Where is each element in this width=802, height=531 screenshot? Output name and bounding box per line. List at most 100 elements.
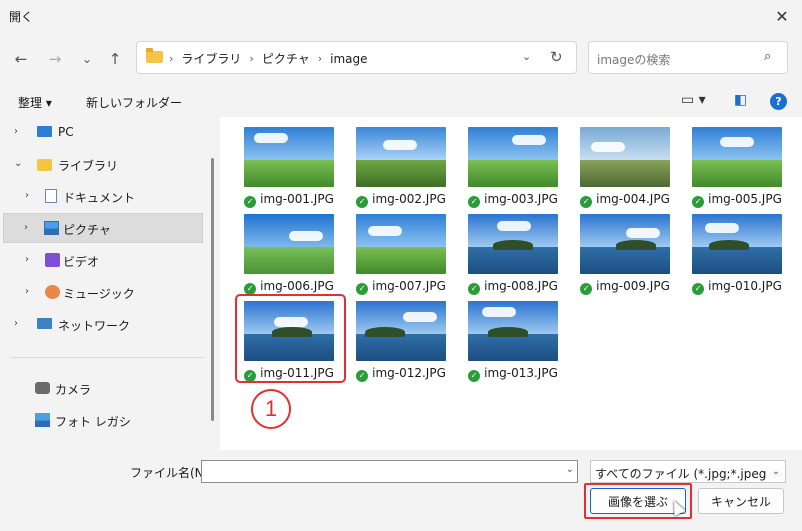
sidebar-item-network[interactable]: › ネットワーク	[3, 309, 203, 339]
sidebar-item-photos-legacy[interactable]: フォト レガシ	[3, 405, 203, 435]
search-box[interactable]: imageの検索 ⌕	[588, 41, 788, 74]
refresh-icon[interactable]: ↻	[550, 48, 563, 66]
file-tile[interactable]: ✓ img-002.JPG	[351, 127, 451, 211]
image-thumbnail[interactable]	[692, 214, 782, 274]
file-tile[interactable]: ✓ img-013.JPG	[463, 301, 563, 385]
breadcrumb-separator[interactable]: ›	[249, 52, 253, 65]
breadcrumb-separator[interactable]: ›	[318, 52, 322, 65]
photos-icon	[35, 413, 50, 427]
thumbnail-cloud	[720, 137, 754, 147]
videos-icon	[45, 253, 60, 267]
file-tile[interactable]: ✓ img-010.JPG	[687, 214, 787, 298]
sidebar-item-label: フォト レガシ	[55, 415, 131, 429]
close-icon[interactable]: ✕	[762, 0, 802, 32]
breadcrumb-library[interactable]: ライブラリ	[181, 50, 241, 67]
sidebar-item-label: ピクチャ	[63, 223, 111, 237]
address-dropdown-icon[interactable]: ⌄	[522, 50, 531, 63]
file-name-text: img-004.JPG	[596, 192, 670, 206]
sidebar-item-music[interactable]: › ミュージック	[3, 277, 203, 307]
filename-input[interactable]: ⌄	[201, 460, 578, 483]
image-thumbnail[interactable]	[468, 127, 558, 187]
sidebar-item-library[interactable]: ⌄ ライブラリ	[3, 149, 203, 179]
file-tile[interactable]: ✓ img-007.JPG	[351, 214, 451, 298]
sync-status-check-icon: ✓	[692, 196, 705, 208]
image-thumbnail[interactable]	[356, 127, 446, 187]
file-name-text: img-001.JPG	[260, 192, 334, 206]
image-thumbnail[interactable]	[356, 214, 446, 274]
chevron-down-icon[interactable]: ⌄	[767, 461, 785, 482]
file-tile[interactable]: ✓ img-009.JPG	[575, 214, 675, 298]
thumbnail-ground	[244, 160, 334, 187]
image-thumbnail[interactable]	[244, 214, 334, 274]
sidebar-item-videos[interactable]: › ビデオ	[3, 245, 203, 275]
chevron-right-icon[interactable]: ›	[14, 318, 18, 329]
breadcrumb-pictures[interactable]: ピクチャ	[262, 50, 310, 67]
sidebar-item-camera[interactable]: カメラ	[3, 373, 203, 403]
thumbnail-island	[488, 327, 528, 337]
sidebar-item-label: ビデオ	[63, 255, 100, 269]
address-bar[interactable]: › ライブラリ › ピクチャ › image ⌄ ↻	[136, 41, 577, 74]
file-name-label: ✓ img-001.JPG	[239, 192, 339, 208]
breadcrumb-separator[interactable]: ›	[169, 52, 173, 65]
image-thumbnail[interactable]	[692, 127, 782, 187]
thumbnail-cloud	[289, 231, 323, 241]
search-icon[interactable]: ⌕	[764, 49, 771, 64]
cancel-button[interactable]: キャンセル	[698, 488, 784, 514]
thumbnail-ground	[468, 334, 558, 361]
thumbnail-cloud	[497, 221, 531, 231]
search-input[interactable]: imageの検索	[597, 51, 670, 68]
organize-menu-button[interactable]: 整理 ▾	[18, 94, 52, 111]
sidebar-item-documents[interactable]: › ドキュメント	[3, 181, 203, 211]
file-tile[interactable]: ✓ img-004.JPG	[575, 127, 675, 211]
chevron-right-icon[interactable]: ›	[24, 222, 28, 233]
recent-locations-chevron-icon[interactable]: ⌄	[76, 48, 98, 70]
thumbnail-cloud	[368, 226, 402, 236]
file-name-text: img-005.JPG	[708, 192, 782, 206]
camera-icon	[35, 382, 50, 394]
sidebar-item-label: ネットワーク	[58, 319, 131, 333]
file-tile[interactable]: ✓ img-008.JPG	[463, 214, 563, 298]
file-tile[interactable]: ✓ img-012.JPG	[351, 301, 451, 385]
file-tile[interactable]: ✓ img-005.JPG	[687, 127, 787, 211]
thumbnail-ground	[244, 247, 334, 274]
file-name-text: img-002.JPG	[372, 192, 446, 206]
chevron-right-icon[interactable]: ›	[25, 254, 29, 265]
sidebar-item-pictures[interactable]: › ピクチャ	[3, 213, 203, 243]
music-icon	[45, 285, 60, 299]
breadcrumb-image[interactable]: image	[330, 52, 367, 66]
file-list: ✓ img-001.JPG ✓ img-002.JPG ✓ img-003.JPG ✓ img…	[220, 117, 802, 450]
image-thumbnail[interactable]	[468, 301, 558, 361]
view-options-icon[interactable]: ▭ ▾	[681, 92, 706, 108]
window-title: 開く	[9, 10, 34, 24]
image-thumbnail[interactable]	[580, 214, 670, 274]
back-arrow-icon[interactable]: ←	[10, 48, 32, 70]
file-tile[interactable]: ✓ img-006.JPG	[239, 214, 339, 298]
chevron-down-icon[interactable]: ⌄	[566, 464, 574, 475]
thumbnail-ground	[580, 247, 670, 274]
file-name-label: ✓ img-003.JPG	[463, 192, 563, 208]
image-thumbnail[interactable]	[580, 127, 670, 187]
forward-arrow-icon[interactable]: →	[44, 48, 66, 70]
thumbnail-ground	[692, 247, 782, 274]
sidebar-scrollbar[interactable]	[211, 158, 214, 421]
thumbnail-cloud	[591, 142, 625, 152]
chevron-down-icon[interactable]: ⌄	[14, 158, 22, 169]
preview-pane-icon[interactable]: ◧	[734, 92, 747, 108]
up-arrow-icon[interactable]: ↑	[104, 48, 126, 70]
help-icon[interactable]: ?	[770, 93, 787, 110]
file-tile[interactable]: ✓ img-001.JPG	[239, 127, 339, 211]
image-thumbnail[interactable]	[468, 214, 558, 274]
chevron-right-icon[interactable]: ›	[25, 286, 29, 297]
chevron-right-icon[interactable]: ›	[25, 190, 29, 201]
image-thumbnail[interactable]	[356, 301, 446, 361]
sync-status-check-icon: ✓	[356, 283, 369, 295]
file-name-text: img-012.JPG	[372, 366, 446, 380]
chevron-right-icon[interactable]: ›	[14, 126, 18, 137]
file-type-select[interactable]: すべてのファイル (*.jpg;*.jpeg;*.bmp ⌄	[590, 460, 786, 483]
file-name-text: img-013.JPG	[484, 366, 558, 380]
sidebar-item-pc[interactable]: › PC	[3, 117, 203, 147]
file-name-label: ✓ img-002.JPG	[351, 192, 451, 208]
image-thumbnail[interactable]	[244, 127, 334, 187]
file-tile[interactable]: ✓ img-003.JPG	[463, 127, 563, 211]
new-folder-button[interactable]: 新しいフォルダー	[86, 94, 182, 111]
